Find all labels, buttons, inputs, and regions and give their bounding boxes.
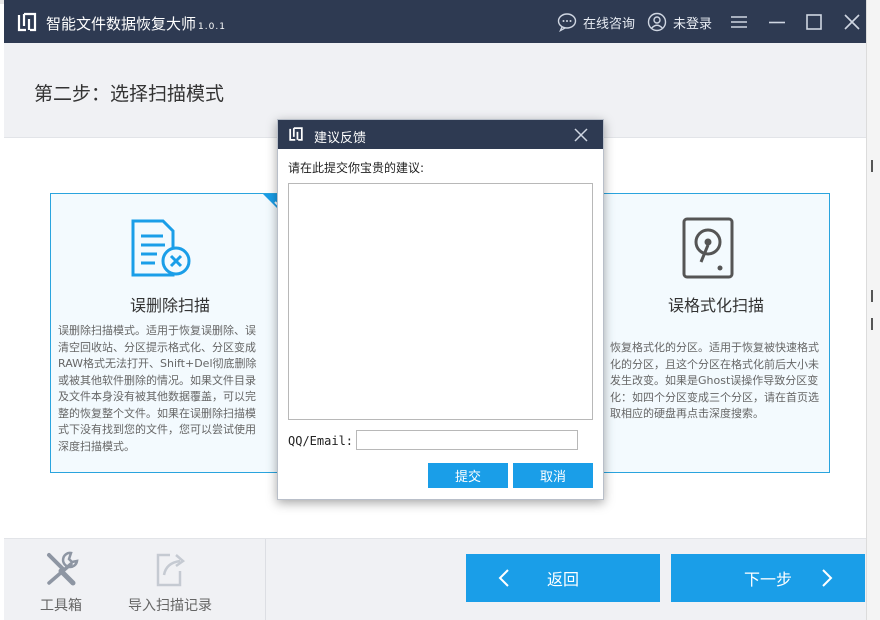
minimize-icon[interactable] bbox=[766, 11, 788, 33]
app-title: 智能文件数据恢复大师 1.0.1 bbox=[46, 13, 226, 34]
hard-disk-icon bbox=[682, 217, 734, 279]
chevron-left-icon bbox=[498, 569, 509, 587]
chat-bubble-icon bbox=[557, 13, 577, 32]
menu-icon[interactable] bbox=[728, 11, 750, 33]
import-scan-record-button[interactable]: 导入扫描记录 bbox=[124, 549, 216, 615]
feedback-dialog: 建议反馈 请在此提交你宝贵的建议: QQ/Email: 提交 取消 bbox=[277, 119, 604, 500]
app-logo-icon bbox=[17, 12, 37, 32]
format-scan-card[interactable]: 误格式化扫描 恢复格式化的分区。适用于恢复被快速格式化的分区，且这个分区在格式化… bbox=[602, 193, 830, 473]
submit-button[interactable]: 提交 bbox=[428, 463, 508, 488]
format-scan-description: 恢复格式化的分区。适用于恢复被快速格式化的分区，且这个分区在格式化前后大小未发生… bbox=[610, 341, 819, 420]
chevron-right-icon bbox=[822, 569, 833, 587]
import-record-icon bbox=[156, 553, 186, 587]
deleted-file-icon bbox=[131, 219, 191, 277]
background-glyph bbox=[871, 318, 879, 330]
qq-email-label: QQ/Email: bbox=[288, 434, 354, 448]
user-icon bbox=[647, 12, 667, 32]
close-icon[interactable] bbox=[841, 11, 863, 33]
cancel-button[interactable]: 取消 bbox=[513, 463, 593, 488]
feedback-prompt: 请在此提交你宝贵的建议: bbox=[288, 161, 425, 175]
qq-email-input[interactable] bbox=[356, 430, 578, 450]
deleted-scan-title: 误删除扫描 bbox=[129, 296, 210, 315]
login-button[interactable]: 未登录 bbox=[647, 11, 712, 33]
maximize-icon[interactable] bbox=[803, 11, 825, 33]
step-title: 第二步：选择扫描模式 bbox=[34, 83, 225, 105]
next-label: 下一步 bbox=[743, 570, 792, 589]
online-consult-button[interactable]: 在线咨询 bbox=[557, 11, 635, 33]
app-version: 1.0.1 bbox=[198, 22, 226, 32]
app-title-text: 智能文件数据恢复大师 bbox=[46, 15, 197, 33]
toolbar-divider bbox=[265, 539, 266, 620]
next-button[interactable]: 下一步 bbox=[671, 554, 865, 602]
online-consult-label: 在线咨询 bbox=[583, 16, 636, 32]
tools-icon bbox=[47, 551, 79, 586]
back-label: 返回 bbox=[546, 570, 579, 589]
login-label: 未登录 bbox=[673, 16, 713, 32]
desktop-background-edge bbox=[866, 0, 880, 620]
title-bar: 智能文件数据恢复大师 1.0.1 在线咨询 未登录 bbox=[4, 0, 866, 43]
toolbox-label: 工具箱 bbox=[40, 598, 82, 614]
dialog-title-bar: 建议反馈 bbox=[278, 120, 603, 149]
dialog-close-icon[interactable] bbox=[573, 127, 589, 143]
deleted-scan-card[interactable]: 误删除扫描 误删除扫描模式。适用于恢复误删除、误清空回收站、分区提示格式化、分区… bbox=[50, 193, 290, 473]
back-button[interactable]: 返回 bbox=[466, 554, 660, 602]
deleted-scan-description: 误删除扫描模式。适用于恢复误删除、误清空回收站、分区提示格式化、分区变成RAW格… bbox=[58, 324, 257, 453]
toolbox-button[interactable]: 工具箱 bbox=[36, 549, 86, 615]
import-scan-record-label: 导入扫描记录 bbox=[128, 598, 212, 614]
bottom-toolbar: 工具箱 导入扫描记录 返回 下一步 bbox=[4, 538, 866, 620]
app-logo-icon bbox=[289, 127, 303, 141]
background-glyph bbox=[871, 290, 879, 302]
dialog-title: 建议反馈 bbox=[314, 131, 367, 146]
background-glyph bbox=[871, 160, 879, 172]
feedback-textarea[interactable] bbox=[288, 183, 593, 420]
format-scan-title: 误格式化扫描 bbox=[667, 296, 764, 315]
